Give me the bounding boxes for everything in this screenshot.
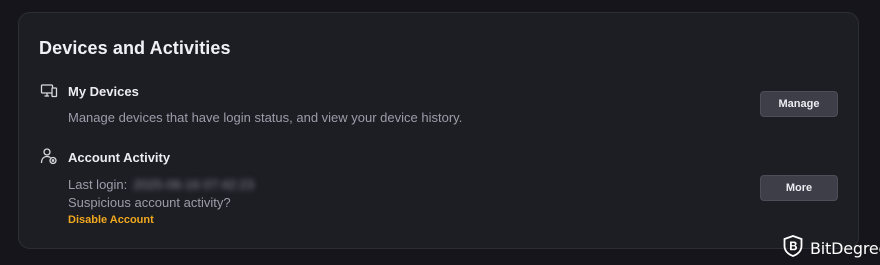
devices-icon: [40, 82, 58, 100]
disable-account-link[interactable]: Disable Account: [68, 214, 154, 226]
more-button[interactable]: More: [760, 175, 838, 201]
last-login-row: Last login: 2025-06-16 07:42:23: [68, 177, 254, 192]
bitdegree-text: BitDegree: [810, 239, 880, 258]
suspicious-activity-text: Suspicious account activity?: [68, 195, 231, 210]
manage-button[interactable]: Manage: [760, 91, 838, 117]
account-activity-title: Account Activity: [68, 150, 171, 165]
section-title: Devices and Activities: [39, 38, 231, 58]
devices-activities-card: Devices and Activities My Devices Manage…: [18, 12, 859, 249]
bitdegree-watermark: BitDegree: [783, 235, 880, 262]
user-activity-icon: [40, 147, 58, 165]
last-login-value: 2025-06-16 07:42:23: [133, 177, 254, 192]
last-login-label: Last login:: [68, 177, 128, 192]
my-devices-description: Manage devices that have login status, a…: [68, 110, 463, 125]
my-devices-title: My Devices: [68, 84, 139, 99]
bitdegree-shield-icon: [783, 235, 803, 262]
